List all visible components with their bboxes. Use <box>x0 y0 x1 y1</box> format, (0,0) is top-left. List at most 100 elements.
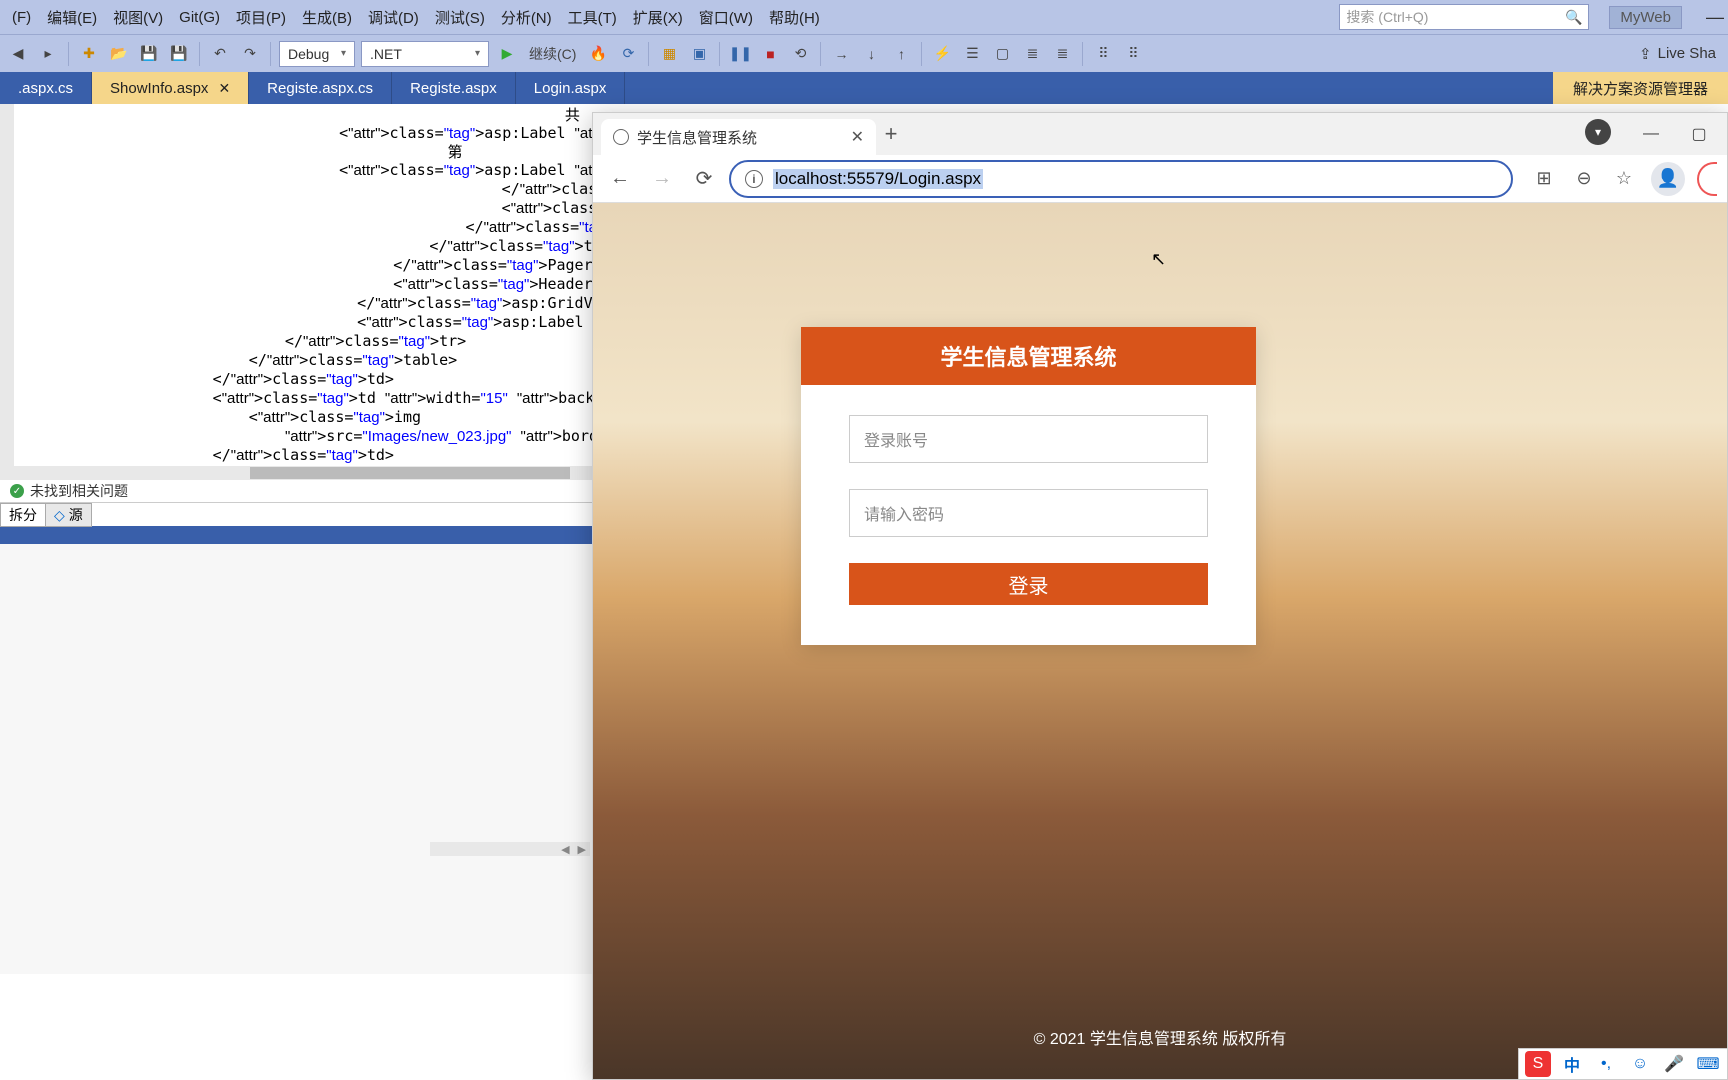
back-button[interactable]: ← <box>603 162 637 196</box>
menu-window[interactable]: 窗口(W) <box>691 0 761 34</box>
globe-icon <box>613 129 629 145</box>
browser-navbar: ← → ⟳ i localhost:55579/Login.aspx ⊞ ⊖ ☆… <box>593 155 1727 203</box>
extension-icon[interactable] <box>1697 162 1717 196</box>
hot-reload-icon[interactable]: 🔥 <box>586 42 610 66</box>
maximize-icon[interactable]: ▢ <box>1679 119 1719 149</box>
minimize-icon[interactable]: — <box>1631 119 1671 149</box>
browser-window: 学生信息管理系统 ✕ + ▾ — ▢ ← → ⟳ i localhost:555… <box>592 112 1728 1080</box>
tab-showinfo[interactable]: ShowInfo.aspx✕ <box>92 72 249 104</box>
screenshot-icon[interactable]: ▣ <box>687 42 711 66</box>
star-icon[interactable]: ☆ <box>1609 164 1639 194</box>
ime-chinese[interactable]: 中 <box>1559 1051 1585 1077</box>
menu-file[interactable]: (F) <box>4 0 39 34</box>
ime-sogou-icon[interactable]: S <box>1525 1051 1551 1077</box>
ime-punct-icon[interactable]: •, <box>1593 1051 1619 1077</box>
ok-icon: ✓ <box>10 484 24 498</box>
ime-voice-icon[interactable]: 🎤 <box>1661 1051 1687 1077</box>
continue-label[interactable]: 继续(C) <box>525 42 580 66</box>
menu-edit[interactable]: 编辑(E) <box>39 0 105 34</box>
step-over-icon[interactable]: → <box>829 42 853 66</box>
search-box[interactable]: 搜索 (Ctrl+Q) 🔍 <box>1339 4 1589 30</box>
browser-tab[interactable]: 学生信息管理系统 ✕ <box>601 119 876 155</box>
undo-icon[interactable]: ↶ <box>208 42 232 66</box>
browser-titlebar[interactable]: 学生信息管理系统 ✕ + ▾ — ▢ <box>593 113 1727 155</box>
platform-combo[interactable]: .NET▾ <box>361 41 489 67</box>
restart-icon[interactable]: ⟲ <box>788 42 812 66</box>
save-icon[interactable]: 💾 <box>137 42 161 66</box>
shield-icon[interactable]: ▾ <box>1585 119 1611 145</box>
menu-tools[interactable]: 工具(T) <box>560 0 625 34</box>
start-icon[interactable]: ▶ <box>495 42 519 66</box>
forward-button[interactable]: → <box>645 162 679 196</box>
login-footer: © 2021 学生信息管理系统 版权所有 <box>593 1025 1727 1049</box>
step-icon[interactable]: ▦ <box>657 42 681 66</box>
menu-debug[interactable]: 调试(D) <box>360 0 427 34</box>
username-input[interactable]: 登录账号 <box>849 415 1208 463</box>
search-placeholder: 搜索 (Ctrl+Q) <box>1346 7 1428 27</box>
login-button[interactable]: 登录 <box>849 563 1208 605</box>
url-actions: ⊞ ⊖ ☆ <box>1529 164 1639 194</box>
comment-icon[interactable]: ⠿ <box>1091 42 1115 66</box>
menu-help[interactable]: 帮助(H) <box>761 0 828 34</box>
document-tabs: .aspx.cs ShowInfo.aspx✕ Registe.aspx.cs … <box>0 72 1728 104</box>
tab-registe-cs[interactable]: Registe.aspx.cs <box>249 72 392 104</box>
browser-tab-title: 学生信息管理系统 <box>637 127 757 148</box>
reload-button[interactable]: ⟳ <box>687 162 721 196</box>
step-into-icon[interactable]: ↓ <box>859 42 883 66</box>
viewtab-split[interactable]: 拆分 <box>0 503 46 527</box>
outdent-icon[interactable]: ≣ <box>1050 42 1074 66</box>
tab-login[interactable]: Login.aspx <box>516 72 626 104</box>
menu-test[interactable]: 测试(S) <box>427 0 493 34</box>
ime-bar: S 中 •, ☺ 🎤 ⌨ <box>1518 1048 1728 1080</box>
back-nav-icon[interactable]: ◀ <box>6 42 30 66</box>
vs-menubar: (F) 编辑(E) 视图(V) Git(G) 项目(P) 生成(B) 调试(D)… <box>0 0 1728 34</box>
uncomment-icon[interactable]: ⠿ <box>1121 42 1145 66</box>
login-box: 学生信息管理系统 登录账号 请输入密码 登录 <box>801 327 1256 645</box>
step-out-icon[interactable]: ↑ <box>889 42 913 66</box>
profile-icon[interactable]: 👤 <box>1651 162 1685 196</box>
fwd-nav-icon[interactable]: ▸ <box>36 42 60 66</box>
tab-registe[interactable]: Registe.aspx <box>392 72 516 104</box>
menu-view[interactable]: 视图(V) <box>105 0 171 34</box>
vs-window-controls: — <box>1706 7 1724 28</box>
url-bar[interactable]: i localhost:55579/Login.aspx <box>729 160 1513 198</box>
list-icon[interactable]: ☰ <box>960 42 984 66</box>
url-text: localhost:55579/Login.aspx <box>773 169 983 189</box>
myweb-label[interactable]: MyWeb <box>1609 6 1682 29</box>
fx-icon[interactable]: ⚡ <box>930 42 954 66</box>
new-icon[interactable]: ✚ <box>77 42 101 66</box>
indent-icon[interactable]: ≣ <box>1020 42 1044 66</box>
search-icon: 🔍 <box>1565 9 1582 26</box>
doc-icon[interactable]: ▢ <box>990 42 1014 66</box>
password-input[interactable]: 请输入密码 <box>849 489 1208 537</box>
new-tab-button[interactable]: + <box>876 121 906 147</box>
pause-icon[interactable]: ❚❚ <box>728 42 752 66</box>
menu-extensions[interactable]: 扩展(X) <box>625 0 691 34</box>
redo-icon[interactable]: ↷ <box>238 42 262 66</box>
zoom-icon[interactable]: ⊖ <box>1569 164 1599 194</box>
bottom-scroll[interactable]: ◀▶ <box>430 842 590 856</box>
live-share[interactable]: ⇪ Live Sha <box>1639 45 1722 63</box>
stop-icon[interactable]: ■ <box>758 42 782 66</box>
tab-close-icon[interactable]: ✕ <box>851 127 864 147</box>
browser-refresh-icon[interactable]: ⟳ <box>616 42 640 66</box>
ime-emoji-icon[interactable]: ☺ <box>1627 1051 1653 1077</box>
status-text: 未找到相关问题 <box>30 481 128 501</box>
editor-gutter <box>0 104 14 480</box>
config-combo[interactable]: Debug▾ <box>279 41 355 67</box>
open-icon[interactable]: 📂 <box>107 42 131 66</box>
menu-analyze[interactable]: 分析(N) <box>493 0 560 34</box>
saveall-icon[interactable]: 💾 <box>167 42 191 66</box>
ime-keyboard-icon[interactable]: ⌨ <box>1695 1051 1721 1077</box>
info-icon[interactable]: i <box>745 170 763 188</box>
viewtab-source[interactable]: ◇源 <box>45 503 92 527</box>
solution-explorer-header[interactable]: 解决方案资源管理器 <box>1553 72 1728 104</box>
vs-toolbar: ◀ ▸ ✚ 📂 💾 💾 ↶ ↷ Debug▾ .NET▾ ▶ 继续(C) 🔥 ⟳… <box>0 34 1728 72</box>
tab-aspxcs[interactable]: .aspx.cs <box>0 72 92 104</box>
menu-project[interactable]: 项目(P) <box>228 0 294 34</box>
menu-build[interactable]: 生成(B) <box>294 0 360 34</box>
close-icon[interactable]: ✕ <box>218 80 230 97</box>
minimize-icon[interactable]: — <box>1706 7 1724 28</box>
menu-git[interactable]: Git(G) <box>171 0 228 34</box>
qr-icon[interactable]: ⊞ <box>1529 164 1559 194</box>
